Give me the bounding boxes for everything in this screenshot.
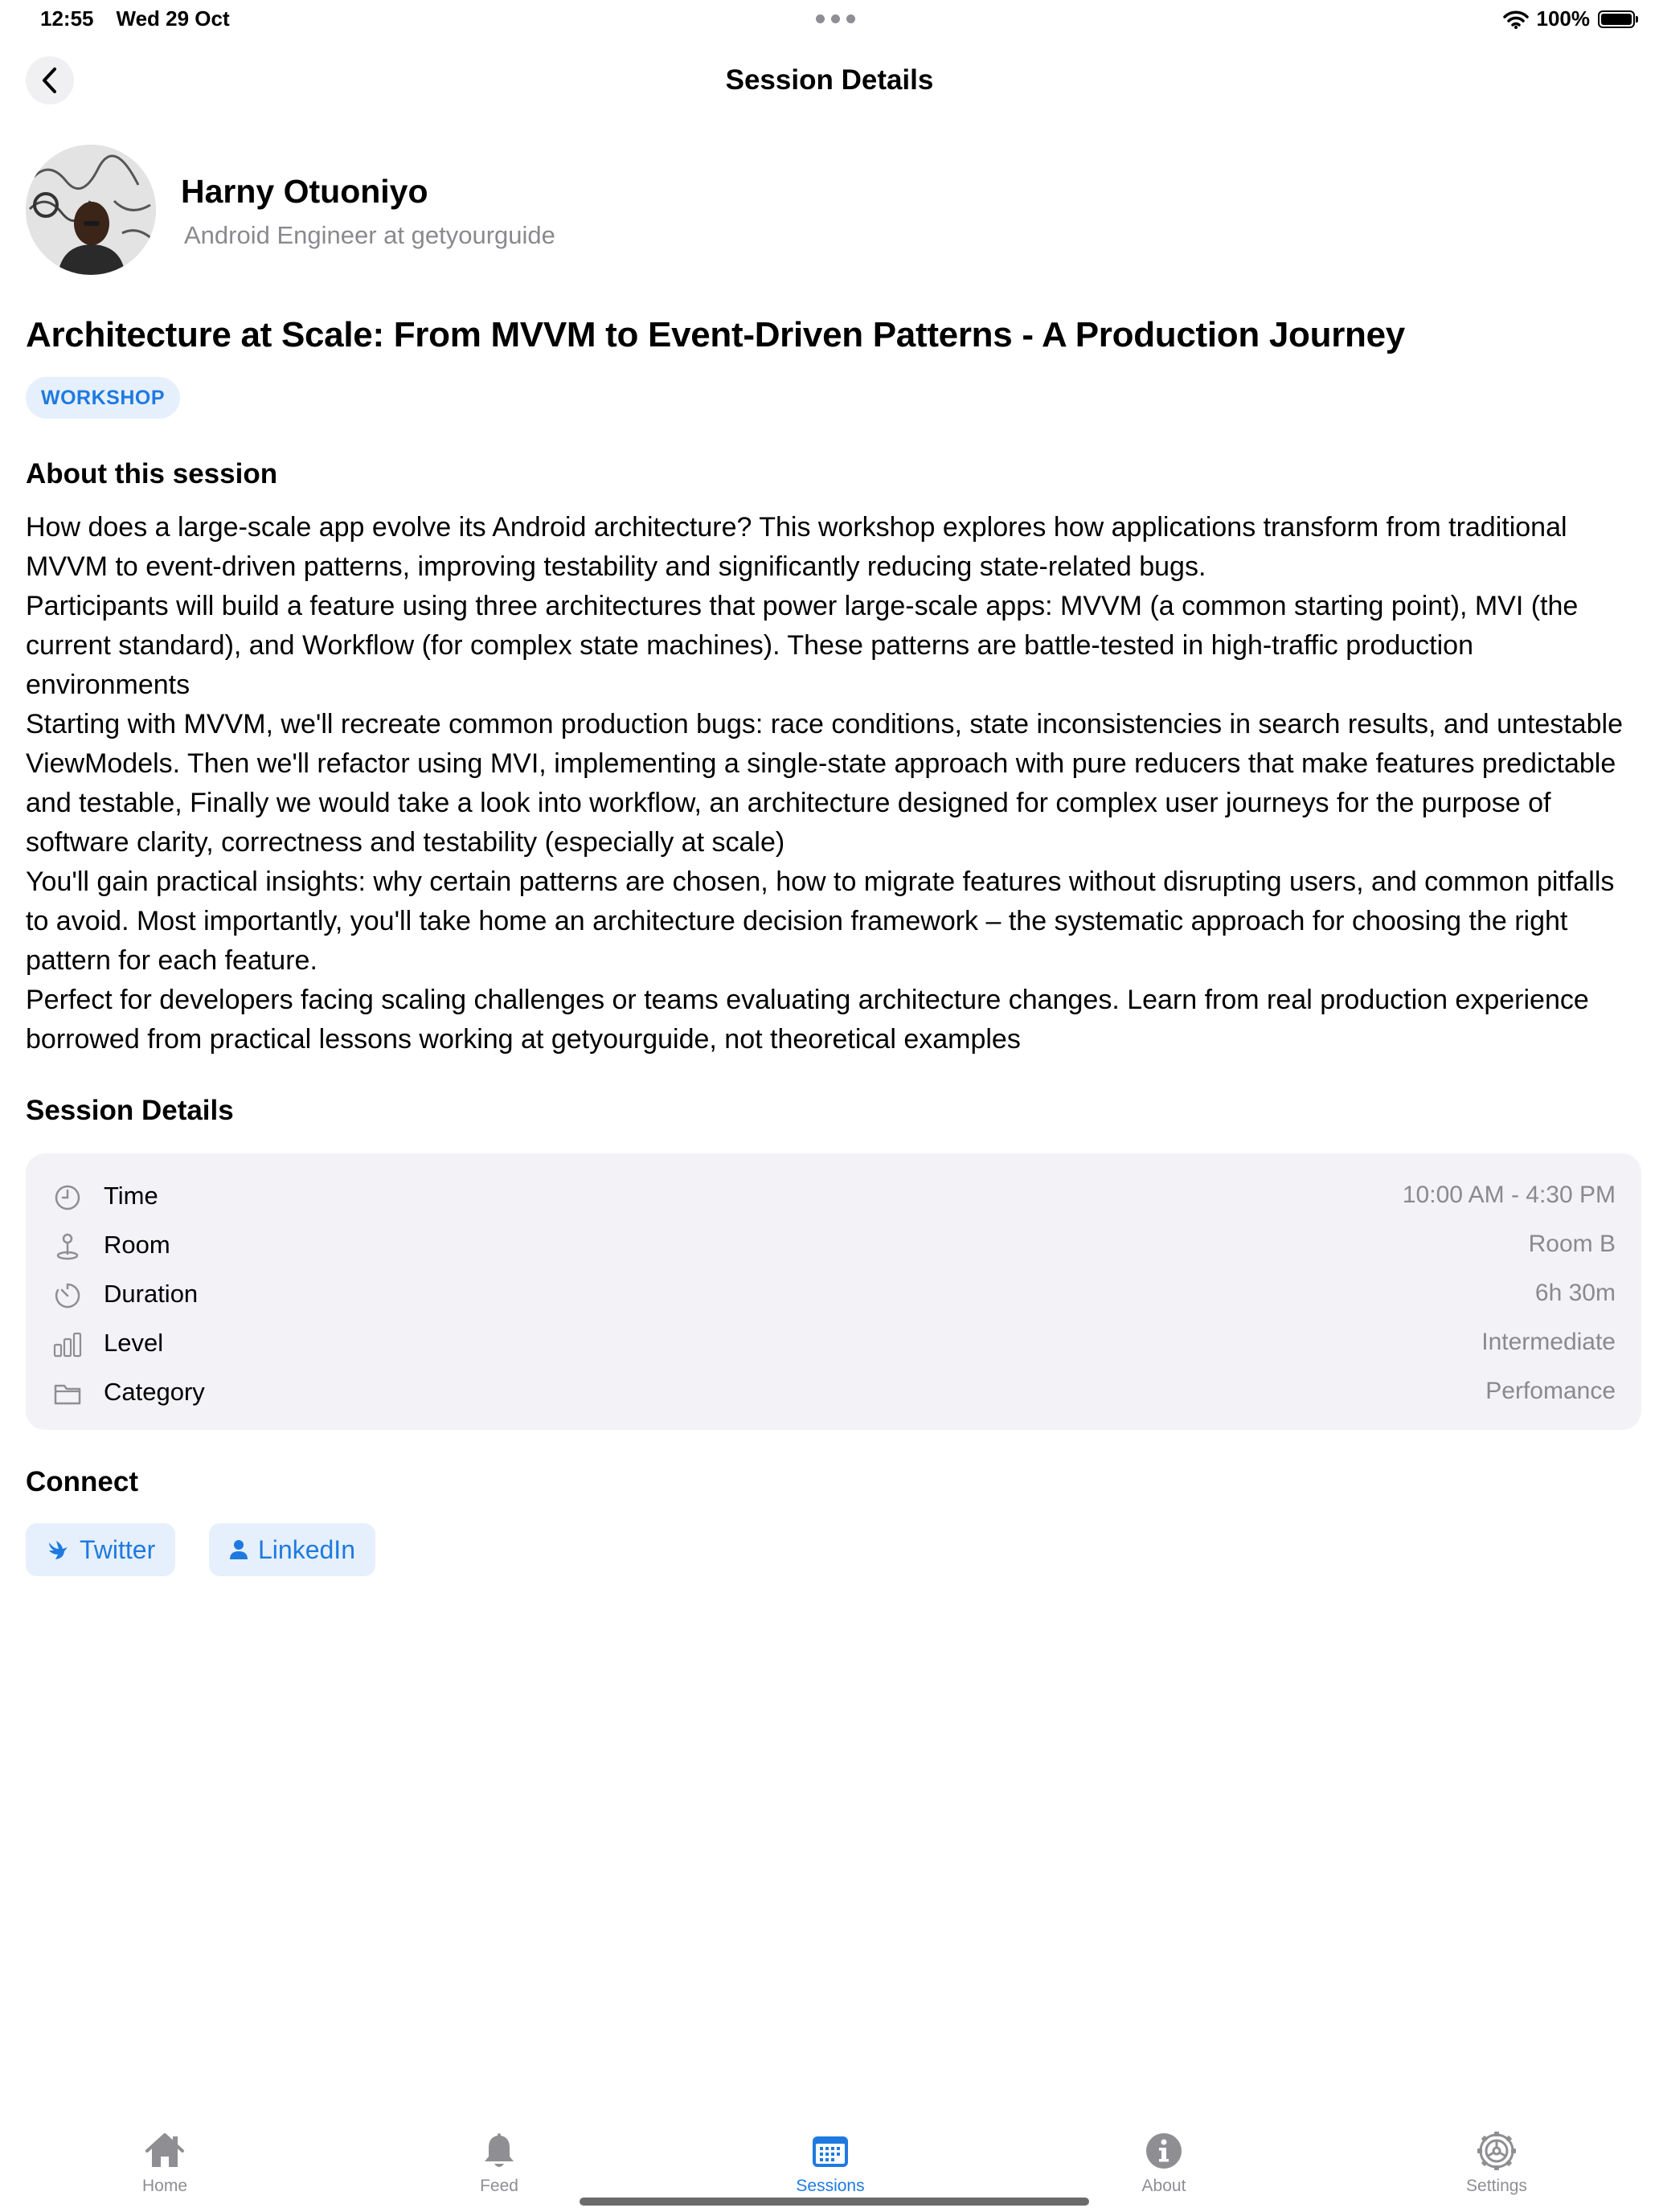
detail-label: Time — [104, 1182, 158, 1210]
home-indicator[interactable] — [580, 2198, 1089, 2206]
status-time: 12:55 — [40, 6, 94, 31]
detail-value: 10:00 AM - 4:30 PM — [1402, 1182, 1616, 1208]
detail-label: Duration — [104, 1280, 199, 1308]
about-paragraph: Starting with MVVM, we'll recreate commo… — [26, 709, 1624, 858]
status-time-date: 12:55 Wed 29 Oct — [40, 6, 230, 31]
detail-value: 6h 30m — [1534, 1280, 1616, 1306]
tab-label: About — [1141, 2177, 1186, 2195]
tab-label: Settings — [1466, 2177, 1527, 2195]
about-paragraph: Participants will build a feature using … — [26, 591, 1579, 700]
timer-icon — [55, 1283, 80, 1309]
wifi-icon — [1502, 10, 1529, 29]
twitter-button[interactable]: Twitter — [26, 1523, 176, 1576]
bell-icon — [485, 2133, 514, 2167]
detail-value: Intermediate — [1481, 1329, 1616, 1355]
status-date: Wed 29 Oct — [116, 6, 230, 31]
speaker-role: Android Engineer at getyourguide — [184, 221, 555, 249]
tab-label: Home — [141, 2177, 188, 2195]
house-icon — [145, 2133, 184, 2167]
battery-icon — [1598, 10, 1638, 28]
connect-heading: Connect — [26, 1466, 138, 1497]
person-icon — [230, 1540, 248, 1559]
clock-icon — [55, 1185, 80, 1210]
speaker-avatar — [26, 145, 156, 275]
battery-percent: 100% — [1536, 6, 1591, 31]
tab-bar: Home Feed Sessions About Settings — [0, 2106, 1659, 2212]
page-title: Session Details — [725, 64, 934, 96]
session-type-badge: WORKSHOP — [26, 377, 180, 419]
tab-label: Feed — [480, 2177, 518, 2195]
status-indicators: 100% — [1502, 6, 1638, 31]
info-icon — [1146, 2133, 1182, 2169]
tab-settings[interactable]: Settings — [1432, 2130, 1561, 2196]
detail-label: Level — [104, 1329, 164, 1357]
detail-value: Room B — [1528, 1231, 1616, 1257]
detail-row-time: Time 10:00 AM - 4:30 PM — [26, 1174, 1641, 1222]
detail-row-duration: Duration 6h 30m — [26, 1272, 1641, 1320]
session-details-heading: Session Details — [26, 1095, 234, 1126]
tab-home[interactable]: Home — [100, 2130, 229, 2196]
detail-label: Category — [104, 1378, 205, 1406]
linkedin-button[interactable]: LinkedIn — [209, 1523, 375, 1576]
detail-label: Room — [104, 1231, 170, 1259]
tab-sessions[interactable]: Sessions — [766, 2130, 895, 2196]
about-paragraph: You'll gain practical insights: why cert… — [26, 866, 1615, 976]
status-bar: 12:55 Wed 29 Oct 100% — [0, 0, 1659, 39]
multitasking-dots-icon[interactable] — [816, 14, 855, 23]
about-paragraph: Perfect for developers facing scaling ch… — [26, 985, 1589, 1055]
tab-feed[interactable]: Feed — [435, 2130, 563, 2196]
detail-row-room: Room Room B — [26, 1223, 1641, 1271]
location-pin-icon — [56, 1233, 79, 1260]
about-description: How does a large-scale app evolve its An… — [26, 508, 1641, 1059]
about-heading: About this session — [26, 458, 278, 490]
linkedin-label: LinkedIn — [258, 1534, 355, 1564]
session-details-card: Time 10:00 AM - 4:30 PM Room Room B Dura… — [26, 1153, 1641, 1430]
gear-icon — [1477, 2132, 1516, 2170]
twitter-label: Twitter — [80, 1534, 156, 1564]
calendar-icon — [813, 2136, 848, 2167]
detail-row-level: Level Intermediate — [26, 1321, 1641, 1369]
about-paragraph: How does a large-scale app evolve its An… — [26, 512, 1567, 582]
bird-icon — [49, 1541, 68, 1559]
session-title: Architecture at Scale: From MVVM to Even… — [26, 315, 1405, 354]
speaker-name: Harny Otuoniyo — [181, 173, 428, 210]
folder-icon — [54, 1384, 81, 1405]
bar-chart-icon — [53, 1332, 82, 1358]
tab-about[interactable]: About — [1100, 2130, 1228, 2196]
detail-value: Perfomance — [1485, 1378, 1616, 1404]
tab-label: Sessions — [796, 2177, 865, 2195]
detail-row-category: Category Perfomance — [26, 1370, 1641, 1418]
